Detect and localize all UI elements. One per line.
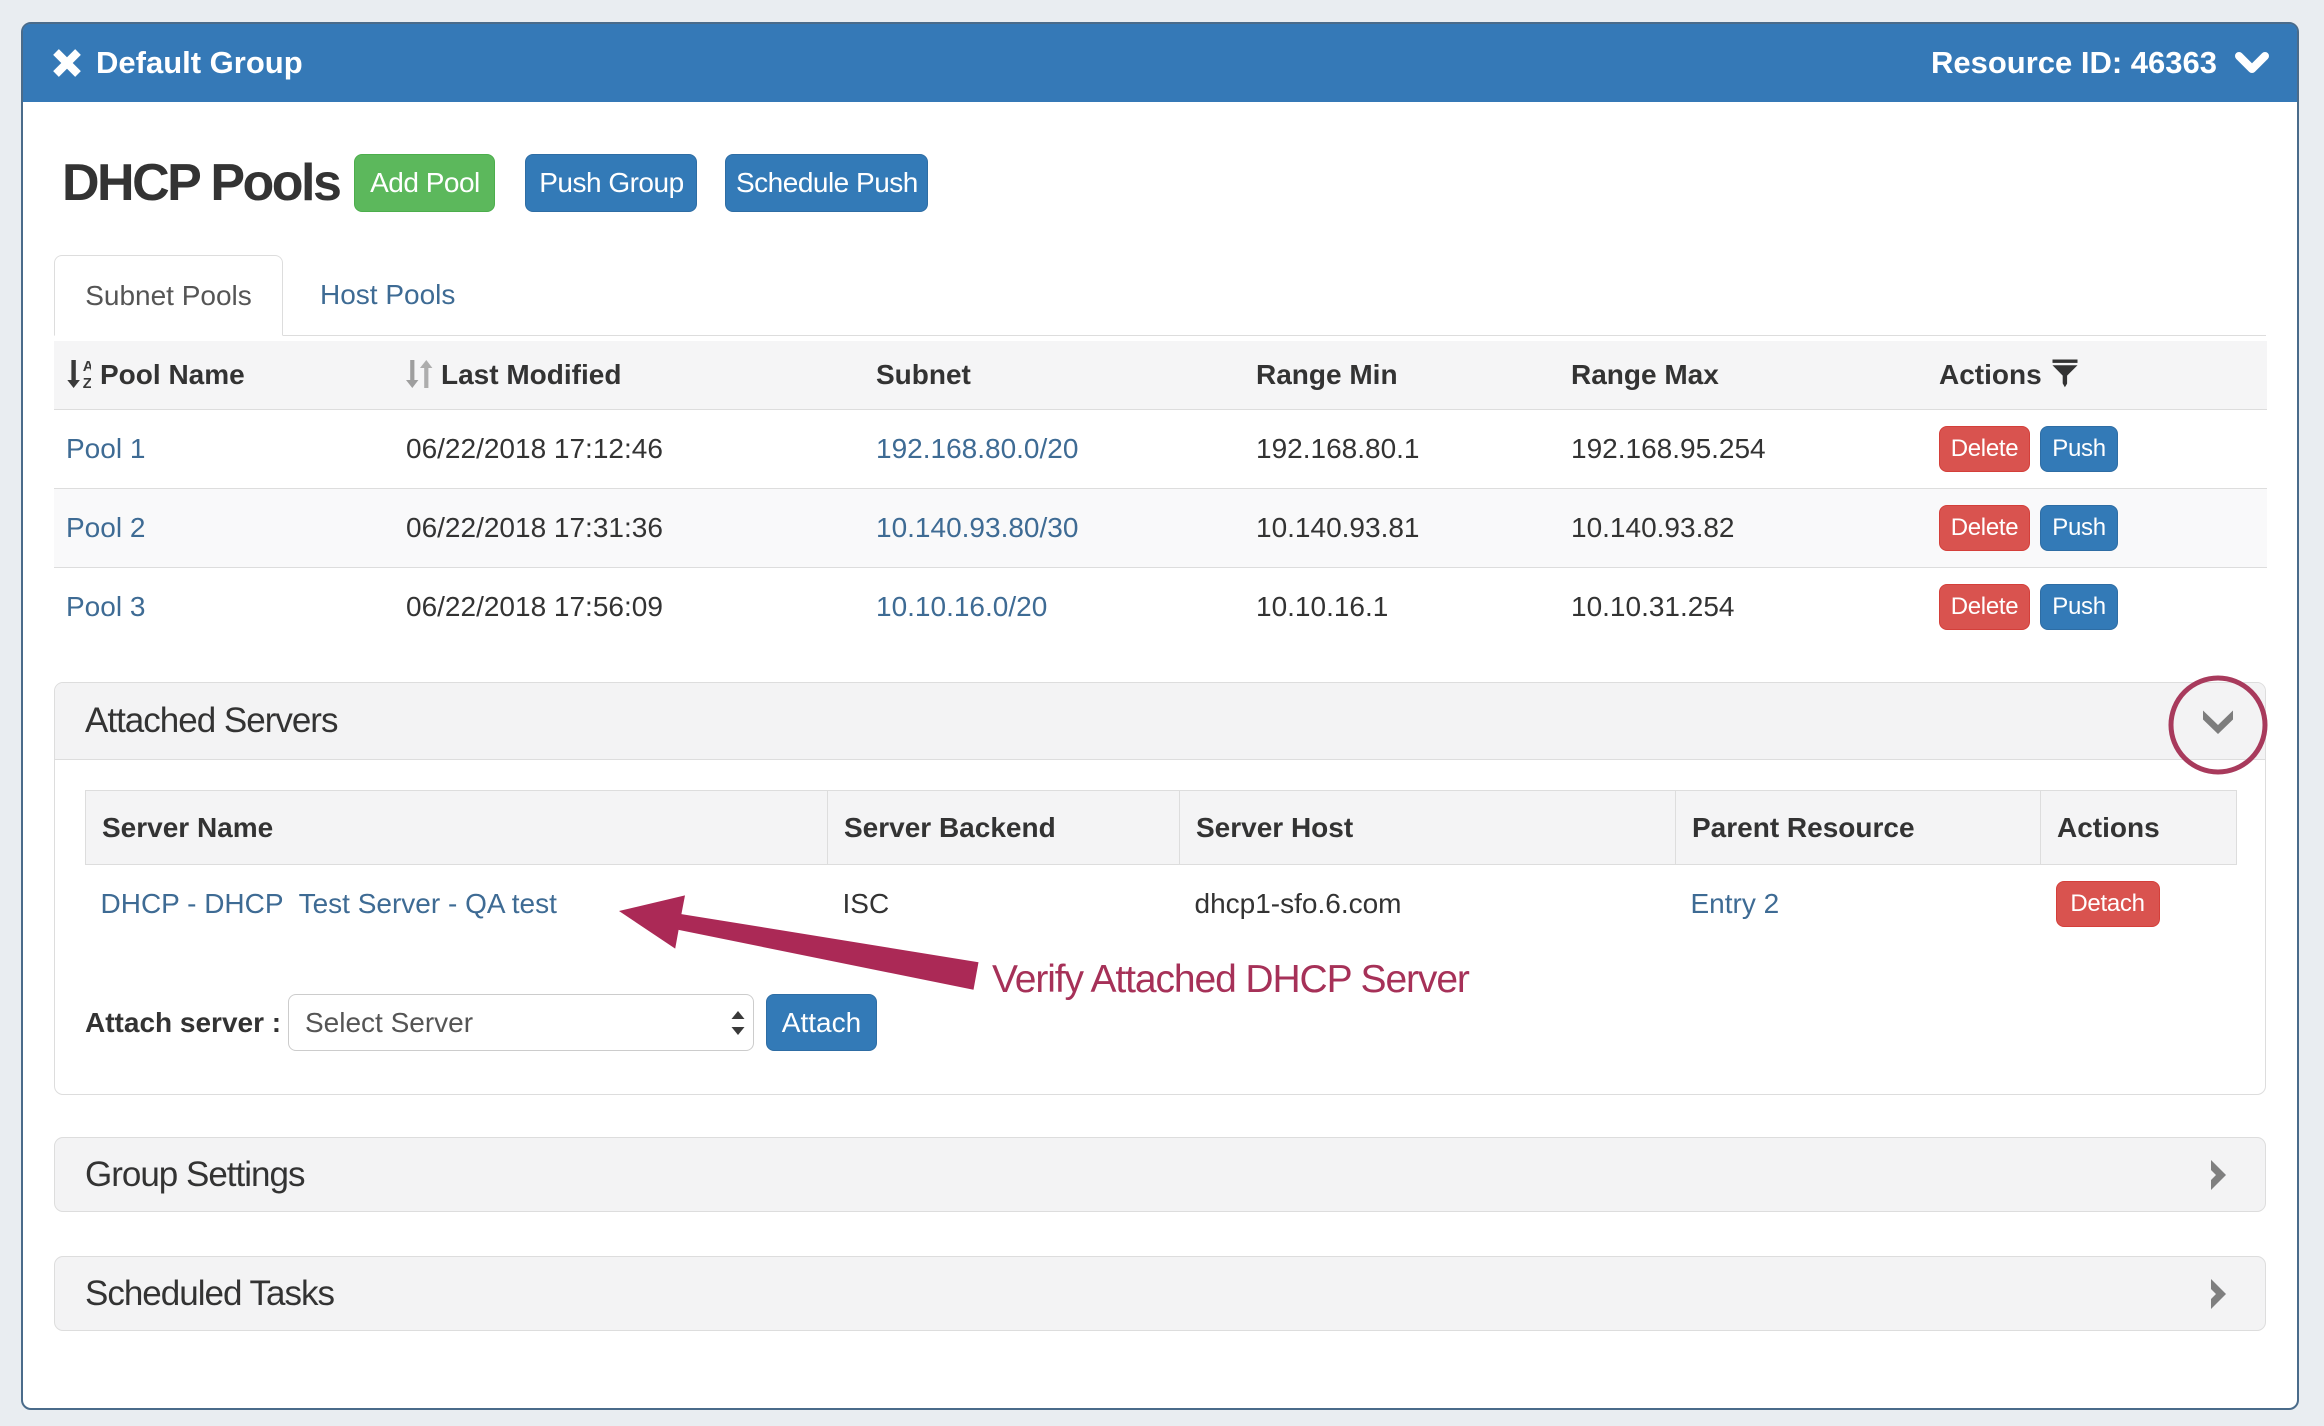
svg-text:A: A <box>83 359 91 375</box>
svg-text:Z: Z <box>83 375 91 389</box>
